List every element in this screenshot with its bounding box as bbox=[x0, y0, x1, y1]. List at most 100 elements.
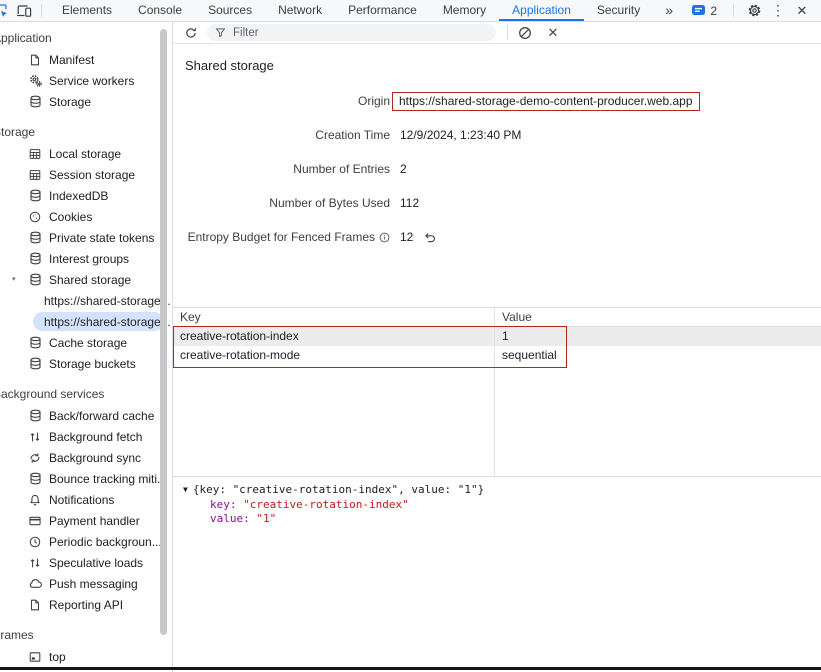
filter-funnel-icon bbox=[215, 27, 226, 38]
sidebar-item-payment-handler[interactable]: Payment handler bbox=[0, 510, 172, 531]
tab-network[interactable]: Network bbox=[265, 0, 335, 21]
sidebar-item-label: Interest groups bbox=[49, 252, 129, 266]
close-panel-icon[interactable]: ✕ bbox=[545, 25, 561, 41]
expand-triangle-icon[interactable]: ▼ bbox=[183, 483, 188, 498]
sidebar-item-label: Notifications bbox=[49, 493, 114, 507]
sidebar-item-push-messaging[interactable]: Push messaging bbox=[0, 573, 172, 594]
sidebar-item-label: Periodic backgroun... bbox=[49, 535, 162, 549]
table-row[interactable]: creative-rotation-modesequential bbox=[173, 346, 821, 365]
filter-input[interactable] bbox=[231, 26, 471, 40]
sidebar-item-label: Push messaging bbox=[49, 577, 138, 591]
tab-memory[interactable]: Memory bbox=[430, 0, 499, 21]
device-toolbar-icon[interactable] bbox=[13, 2, 35, 20]
sidebar-item-periodic-backgroun[interactable]: Periodic backgroun... bbox=[0, 531, 172, 552]
filter-field[interactable] bbox=[207, 24, 496, 41]
table-icon bbox=[27, 146, 43, 162]
column-header-key[interactable]: Key bbox=[173, 308, 494, 326]
sidebar-item-label: Storage bbox=[49, 95, 91, 109]
sidebar-item-https-shared-storage[interactable]: https://shared-storage... bbox=[0, 290, 172, 311]
sidebar-item-back-forward-cache[interactable]: Back/forward cache bbox=[0, 405, 172, 426]
metadata-value: 2 bbox=[400, 162, 407, 176]
sidebar-item-label: IndexedDB bbox=[49, 189, 108, 203]
sidebar-item-storage[interactable]: Storage bbox=[0, 91, 172, 112]
metadata-label: Creation Time bbox=[173, 128, 390, 142]
frame-icon bbox=[27, 649, 43, 665]
kebab-menu-icon[interactable]: ⋮ bbox=[769, 2, 787, 20]
sidebar-item-indexeddb[interactable]: IndexedDB bbox=[0, 185, 172, 206]
column-header-value[interactable]: Value bbox=[494, 308, 821, 326]
sidebar-item-private-state-tokens[interactable]: Private state tokens bbox=[0, 227, 172, 248]
sidebar-item-label: https://shared-storage... bbox=[44, 315, 171, 329]
property-name: key: bbox=[210, 498, 243, 511]
sidebar-item-label: Cache storage bbox=[49, 336, 127, 350]
sidebar-item-service-workers[interactable]: Service workers bbox=[0, 70, 172, 91]
metadata-label-text: Number of Bytes Used bbox=[269, 196, 390, 210]
service-worker-icon bbox=[27, 73, 43, 89]
sidebar-section-frames: Framestop bbox=[0, 626, 172, 667]
sidebar-item-cache-storage[interactable]: Cache storage bbox=[0, 332, 172, 353]
property-name: value: bbox=[210, 512, 256, 525]
sidebar-item-notifications[interactable]: Notifications bbox=[0, 489, 172, 510]
metadata-report: Originhttps://shared-storage-demo-conten… bbox=[173, 84, 821, 254]
sidebar-item-shared-storage[interactable]: ▾Shared storage bbox=[0, 269, 172, 290]
sidebar-item-reporting-api[interactable]: Reporting API bbox=[0, 594, 172, 615]
window-bottom-edge bbox=[0, 667, 821, 670]
cookie-icon bbox=[27, 209, 43, 225]
chevron-down-icon[interactable]: ▾ bbox=[12, 275, 16, 283]
sidebar-item-background-fetch[interactable]: Background fetch bbox=[0, 426, 172, 447]
annotation-box-origin: https://shared-storage-demo-content-prod… bbox=[392, 92, 700, 111]
settings-gear-icon[interactable] bbox=[745, 2, 763, 20]
metadata-row-number-of-bytes-used: Number of Bytes Used112 bbox=[173, 186, 821, 220]
sidebar-item-label: Private state tokens bbox=[49, 231, 154, 245]
entries-table: KeyValue creative-rotation-index1creativ… bbox=[173, 307, 821, 477]
metadata-label: Origin bbox=[173, 94, 390, 108]
sidebar-item-label: Payment handler bbox=[49, 514, 140, 528]
close-devtools-icon[interactable]: ✕ bbox=[793, 2, 811, 20]
page-title: Shared storage bbox=[185, 58, 821, 74]
refresh-icon[interactable] bbox=[183, 25, 199, 41]
sidebar-item-label: Bounce tracking miti... bbox=[49, 472, 167, 486]
issues-counter[interactable]: 2 bbox=[692, 4, 717, 18]
sidebar-item-https-shared-storage[interactable]: https://shared-storage... bbox=[33, 312, 164, 331]
tab-sources[interactable]: Sources bbox=[195, 0, 265, 21]
metadata-label: Number of Entries bbox=[173, 162, 390, 176]
document-icon bbox=[27, 52, 43, 68]
sidebar-item-label: Local storage bbox=[49, 147, 121, 161]
preview-property: key: "creative-rotation-index" bbox=[183, 498, 821, 513]
sidebar-item-storage-buckets[interactable]: Storage buckets bbox=[0, 353, 172, 374]
database-icon bbox=[27, 251, 43, 267]
property-value: "creative-rotation-index" bbox=[243, 498, 409, 511]
tab-elements[interactable]: Elements bbox=[49, 0, 125, 21]
table-icon bbox=[27, 167, 43, 183]
more-tabs-button[interactable]: » bbox=[653, 0, 685, 21]
database-icon bbox=[27, 94, 43, 110]
database-icon bbox=[27, 188, 43, 204]
sidebar-item-cookies[interactable]: Cookies bbox=[0, 206, 172, 227]
database-icon bbox=[27, 335, 43, 351]
sidebar-item-bounce-tracking-miti[interactable]: Bounce tracking miti... bbox=[0, 468, 172, 489]
tab-console[interactable]: Console bbox=[125, 0, 195, 21]
table-row[interactable]: creative-rotation-index1 bbox=[173, 327, 821, 346]
devtools-tab-bar: ElementsConsoleSourcesNetworkPerformance… bbox=[0, 0, 821, 22]
reset-budget-icon[interactable] bbox=[423, 231, 436, 244]
tab-performance[interactable]: Performance bbox=[335, 0, 430, 21]
metadata-label: Entropy Budget for Fenced Frames bbox=[173, 230, 390, 244]
clear-block-icon[interactable] bbox=[517, 25, 533, 41]
bell-icon bbox=[27, 492, 43, 508]
tab-security[interactable]: Security bbox=[584, 0, 653, 21]
sidebar-item-top[interactable]: top bbox=[0, 646, 172, 667]
sidebar-item-interest-groups[interactable]: Interest groups bbox=[0, 248, 172, 269]
issues-count: 2 bbox=[710, 4, 717, 18]
tab-application[interactable]: Application bbox=[499, 0, 584, 21]
database-icon bbox=[27, 356, 43, 372]
sidebar-item-local-storage[interactable]: Local storage bbox=[0, 143, 172, 164]
sidebar-item-speculative-loads[interactable]: Speculative loads bbox=[0, 552, 172, 573]
inspect-element-icon[interactable] bbox=[0, 2, 10, 20]
metadata-label-text: Origin bbox=[358, 94, 390, 108]
sidebar-item-manifest[interactable]: Manifest bbox=[0, 49, 172, 70]
column-divider[interactable] bbox=[494, 308, 495, 477]
sidebar-item-session-storage[interactable]: Session storage bbox=[0, 164, 172, 185]
info-icon[interactable] bbox=[379, 232, 390, 243]
sidebar-item-background-sync[interactable]: Background sync bbox=[0, 447, 172, 468]
sidebar-scrollbar[interactable] bbox=[160, 29, 167, 635]
